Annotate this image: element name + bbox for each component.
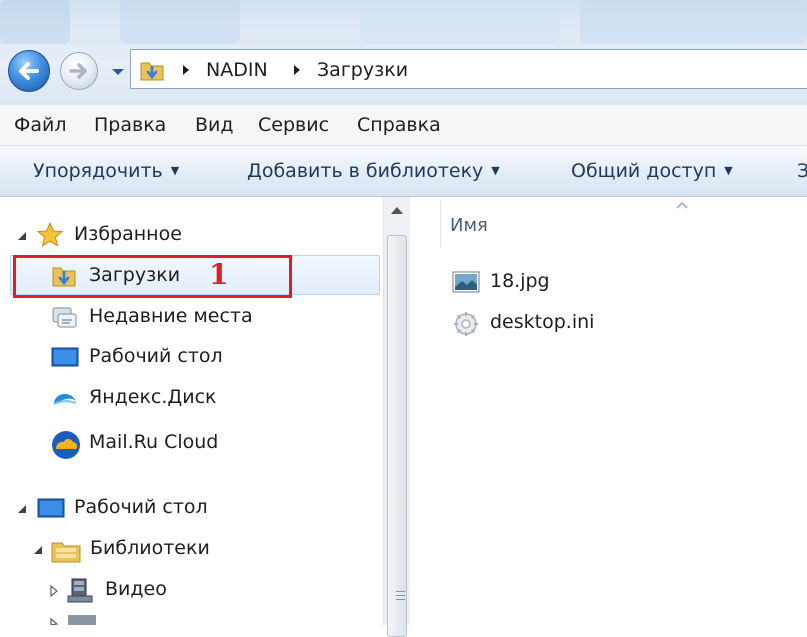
- sidebar-item-label: Недавние места: [89, 305, 253, 327]
- sidebar-item-desktop[interactable]: Рабочий стол: [48, 341, 288, 375]
- library-icon: [68, 615, 96, 625]
- scrollbar-grip-line: [396, 591, 405, 592]
- tree-group-libraries[interactable]: Библиотеки: [30, 533, 360, 567]
- scroll-up-arrow-icon[interactable]: [384, 197, 410, 225]
- sidebar-item-recent-places[interactable]: Недавние места: [48, 301, 288, 335]
- tree-item-video[interactable]: Видео: [48, 574, 348, 608]
- dropdown-caret-icon: ▼: [170, 164, 180, 177]
- menu-bar: Файл Правка Вид Сервис Справка: [0, 105, 807, 146]
- collapse-triangle-icon[interactable]: [16, 503, 28, 515]
- sidebar-item-label: Рабочий стол: [89, 345, 223, 367]
- star-icon: [36, 221, 64, 247]
- menu-help[interactable]: Справка: [357, 114, 441, 136]
- file-name: desktop.ini: [490, 311, 595, 333]
- sidebar-item-mailru-cloud[interactable]: Mail.Ru Cloud: [48, 427, 288, 461]
- tree-group-desktop[interactable]: Рабочий стол: [14, 492, 374, 526]
- navigation-pane-scrollbar[interactable]: [383, 197, 410, 637]
- file-row[interactable]: desktop.ini: [452, 308, 752, 340]
- window-title-area: NADIN Загрузки: [0, 0, 807, 105]
- menu-file[interactable]: Файл: [14, 114, 67, 136]
- settings-file-icon: [454, 312, 478, 336]
- add-to-library-button[interactable]: Добавить в библиотеку ▼: [247, 160, 500, 182]
- toolbar-overflow-button[interactable]: З: [797, 160, 807, 182]
- arrow-left-icon: [19, 62, 39, 80]
- window-chrome-glare: [360, 0, 560, 44]
- file-list: Имя 18.jpg desktop.ini: [410, 197, 807, 625]
- sidebar-item-yandex-disk[interactable]: Яндекс.Диск: [48, 382, 288, 416]
- organize-button[interactable]: Упорядочить ▼: [33, 160, 179, 182]
- sidebar-item-label: Mail.Ru Cloud: [89, 431, 219, 453]
- recent-places-icon: [52, 307, 77, 328]
- dropdown-caret-icon: ▼: [724, 164, 733, 177]
- annotation-highlight-box: [13, 255, 292, 298]
- window-chrome-glare: [580, 0, 807, 44]
- breadcrumb-separator-icon[interactable]: [292, 64, 302, 76]
- menu-edit[interactable]: Правка: [94, 114, 166, 136]
- mailru-cloud-icon: [52, 431, 80, 459]
- window-chrome-glare: [0, 0, 70, 44]
- back-button[interactable]: [8, 50, 50, 92]
- window-chrome-glare: [120, 0, 240, 44]
- downloads-folder-icon: [140, 62, 164, 81]
- breadcrumb-nadin[interactable]: NADIN: [206, 59, 268, 81]
- tree-group-favorites[interactable]: Избранное: [14, 219, 374, 253]
- share-label: Общий доступ: [571, 160, 717, 182]
- breadcrumb-separator-icon[interactable]: [181, 64, 191, 76]
- arrow-right-icon: [69, 63, 87, 79]
- tree-libraries-label: Библиотеки: [90, 537, 210, 559]
- organize-label: Упорядочить: [33, 160, 163, 182]
- menu-tools[interactable]: Сервис: [258, 114, 329, 136]
- share-button[interactable]: Общий доступ ▼: [571, 160, 733, 182]
- tree-desktop-label: Рабочий стол: [74, 496, 208, 518]
- recent-pages-dropdown-icon[interactable]: [109, 64, 127, 80]
- file-name: 18.jpg: [490, 270, 550, 292]
- menu-view[interactable]: Вид: [195, 114, 234, 136]
- column-header-name[interactable]: Имя: [450, 215, 488, 236]
- annotation-number: 1: [209, 258, 229, 291]
- add-to-library-label: Добавить в библиотеку: [247, 160, 484, 182]
- collapse-triangle-icon[interactable]: [32, 544, 44, 556]
- collapse-triangle-icon[interactable]: [16, 230, 28, 242]
- breadcrumb-downloads[interactable]: Загрузки: [317, 59, 408, 81]
- tree-item-label: Видео: [105, 578, 167, 600]
- dropdown-caret-icon: ▼: [491, 164, 500, 177]
- address-bar[interactable]: NADIN Загрузки: [130, 49, 807, 89]
- desktop-icon: [51, 347, 79, 367]
- favorites-label: Избранное: [74, 223, 182, 245]
- scrollbar-grip-line: [396, 595, 405, 596]
- scrollbar-thumb[interactable]: [387, 235, 407, 637]
- column-divider[interactable]: [440, 201, 441, 247]
- command-toolbar: Упорядочить ▼ Добавить в библиотеку ▼ Общи…: [0, 146, 807, 197]
- video-library-icon: [67, 578, 93, 603]
- yandex-disk-icon: [53, 394, 77, 405]
- expand-triangle-icon[interactable]: [48, 618, 60, 625]
- scrollbar-grip-line: [396, 599, 405, 600]
- sort-ascending-icon: [676, 201, 688, 209]
- image-file-icon: [452, 271, 480, 293]
- forward-button[interactable]: [60, 52, 98, 90]
- libraries-icon: [51, 542, 81, 563]
- sidebar-item-label: Яндекс.Диск: [89, 386, 217, 408]
- expand-triangle-icon[interactable]: [48, 585, 60, 597]
- desktop-icon: [37, 498, 65, 518]
- file-row[interactable]: 18.jpg: [452, 267, 752, 299]
